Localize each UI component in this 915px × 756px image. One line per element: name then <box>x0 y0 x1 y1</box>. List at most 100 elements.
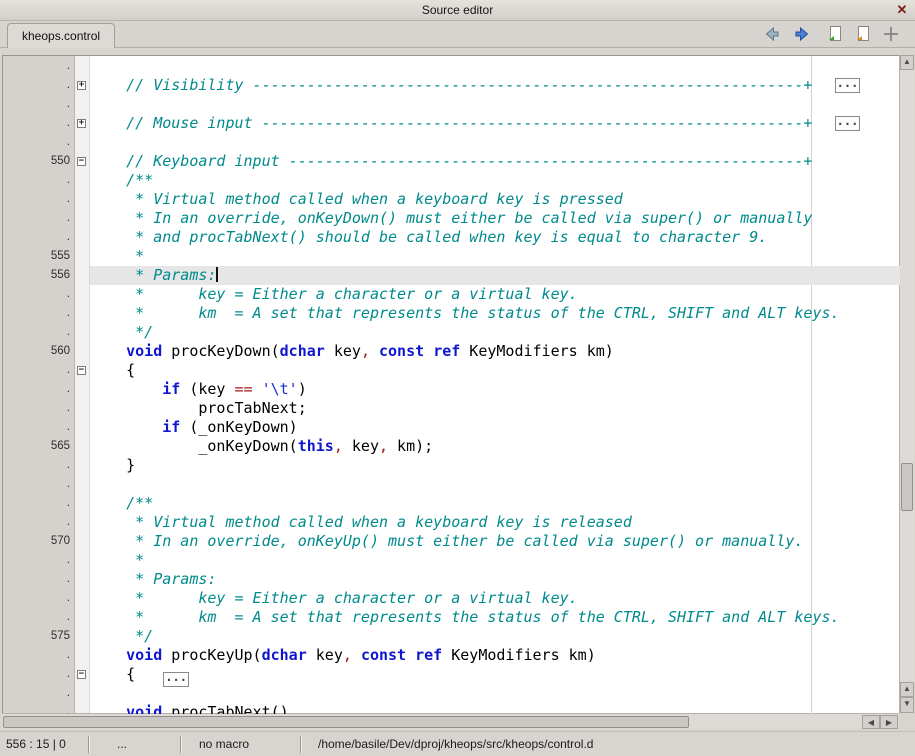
code-row[interactable]: . /** <box>3 171 900 190</box>
code-row[interactable]: 556 * Params: <box>3 266 900 285</box>
code-row[interactable]: . * key = Either a character or a virtua… <box>3 589 900 608</box>
fold-expand-icon[interactable]: + <box>77 119 86 128</box>
line-number[interactable]: . <box>3 285 75 304</box>
fold-collapse-icon[interactable]: − <box>77 366 86 375</box>
line-number[interactable]: . <box>3 665 75 684</box>
code-row[interactable]: . * km = A set that represents the statu… <box>3 304 900 323</box>
code-row[interactable]: . <box>3 684 900 703</box>
fold-gutter[interactable]: − <box>75 361 90 380</box>
code-row[interactable]: 570 * In an override, onKeyUp() must eit… <box>3 532 900 551</box>
line-number[interactable]: . <box>3 551 75 570</box>
line-number[interactable]: . <box>3 570 75 589</box>
line-number[interactable]: 565 <box>3 437 75 456</box>
code-row[interactable]: 555 * <box>3 247 900 266</box>
code-row[interactable]: . } <box>3 456 900 475</box>
code-row[interactable]: .+ // Mouse input ----------------------… <box>3 114 900 133</box>
folded-code-hint[interactable]: ... <box>835 116 860 131</box>
fold-collapse-icon[interactable]: − <box>77 157 86 166</box>
scroll-up-icon[interactable]: ▲ <box>900 55 914 70</box>
titlebar[interactable]: Source editor ✕ <box>0 0 915 21</box>
page-green-marker-icon[interactable] <box>826 25 844 43</box>
code-row[interactable]: . * In an override, onKeyDown() must eit… <box>3 209 900 228</box>
line-number[interactable]: . <box>3 703 75 714</box>
code-row[interactable]: . if (_onKeyDown) <box>3 418 900 437</box>
tab-kheops-control[interactable]: kheops.control <box>7 23 115 48</box>
code-row[interactable]: . <box>3 133 900 152</box>
scroll-right-icon[interactable]: ▶ <box>880 715 898 729</box>
line-number[interactable]: . <box>3 684 75 703</box>
line-number[interactable]: 560 <box>3 342 75 361</box>
horizontal-scrollbar-thumb[interactable] <box>3 716 689 728</box>
scroll-left-icon[interactable]: ◀ <box>862 715 880 729</box>
line-number[interactable]: . <box>3 494 75 513</box>
close-icon[interactable]: ✕ <box>895 0 909 20</box>
line-number[interactable]: . <box>3 95 75 114</box>
line-number[interactable]: . <box>3 228 75 247</box>
line-number[interactable]: . <box>3 608 75 627</box>
code-row[interactable]: .− {... <box>3 665 900 684</box>
code-row[interactable]: . * and procTabNext() should be called w… <box>3 228 900 247</box>
code-row[interactable]: . <box>3 57 900 76</box>
vertical-scrollbar-thumb[interactable] <box>901 463 913 511</box>
code-row[interactable]: 565 _onKeyDown(this, key, km); <box>3 437 900 456</box>
line-number[interactable]: . <box>3 418 75 437</box>
fold-gutter[interactable]: + <box>75 114 90 133</box>
line-number[interactable]: . <box>3 114 75 133</box>
line-number[interactable]: . <box>3 304 75 323</box>
code-row[interactable]: . * key = Either a character or a virtua… <box>3 285 900 304</box>
line-number[interactable]: . <box>3 380 75 399</box>
line-number[interactable]: . <box>3 475 75 494</box>
code-row[interactable]: . * Params: <box>3 570 900 589</box>
horizontal-scrollbar[interactable]: ◀ ▶ <box>2 713 899 729</box>
line-number[interactable]: 555 <box>3 247 75 266</box>
code-row[interactable]: . * km = A set that represents the statu… <box>3 608 900 627</box>
code-row[interactable]: 550− // Keyboard input -----------------… <box>3 152 900 171</box>
line-number[interactable]: . <box>3 513 75 532</box>
code-row[interactable]: . * Virtual method called when a keyboar… <box>3 513 900 532</box>
line-number[interactable]: . <box>3 57 75 76</box>
detach-editor-icon[interactable] <box>882 25 900 43</box>
code-row[interactable]: . procTabNext; <box>3 399 900 418</box>
fold-collapse-icon[interactable]: − <box>77 670 86 679</box>
fold-gutter[interactable]: − <box>75 665 90 684</box>
code-row[interactable]: 575 */ <box>3 627 900 646</box>
code-row[interactable]: . */ <box>3 323 900 342</box>
line-number[interactable]: . <box>3 456 75 475</box>
line-number[interactable]: . <box>3 171 75 190</box>
line-number[interactable]: 550 <box>3 152 75 171</box>
line-number[interactable]: . <box>3 133 75 152</box>
fold-gutter[interactable]: − <box>75 152 90 171</box>
code-row[interactable]: .− { <box>3 361 900 380</box>
line-number[interactable]: . <box>3 361 75 380</box>
code-row[interactable]: . * Virtual method called when a keyboar… <box>3 190 900 209</box>
vertical-scrollbar[interactable]: ▲ ▲ ▼ <box>899 55 914 713</box>
code-row[interactable]: . /** <box>3 494 900 513</box>
line-number[interactable]: . <box>3 76 75 95</box>
line-number[interactable]: . <box>3 646 75 665</box>
code-row[interactable]: . void procTabNext() <box>3 703 900 714</box>
code-row[interactable]: . if (key == '\t') <box>3 380 900 399</box>
page-orange-marker-icon[interactable] <box>854 25 872 43</box>
fold-gutter[interactable]: + <box>75 76 90 95</box>
line-number[interactable]: . <box>3 190 75 209</box>
folded-code-hint[interactable]: ... <box>835 78 860 93</box>
code-row[interactable]: . * <box>3 551 900 570</box>
nav-forward-icon[interactable] <box>793 25 811 43</box>
nav-back-icon[interactable] <box>763 25 781 43</box>
code-row[interactable]: . void procKeyUp(dchar key, const ref Ke… <box>3 646 900 665</box>
scroll-up-icon[interactable]: ▲ <box>900 682 914 697</box>
line-number[interactable]: 570 <box>3 532 75 551</box>
line-number[interactable]: . <box>3 323 75 342</box>
line-number[interactable]: . <box>3 589 75 608</box>
line-number[interactable]: 556 <box>3 266 75 285</box>
code-editor[interactable]: ..+ // Visibility ----------------------… <box>2 55 900 714</box>
fold-expand-icon[interactable]: + <box>77 81 86 90</box>
code-row[interactable]: .+ // Visibility -----------------------… <box>3 76 900 95</box>
line-number[interactable]: 575 <box>3 627 75 646</box>
code-row[interactable]: . <box>3 95 900 114</box>
scroll-down-icon[interactable]: ▼ <box>900 697 914 713</box>
line-number[interactable]: . <box>3 209 75 228</box>
code-row[interactable]: . <box>3 475 900 494</box>
line-number[interactable]: . <box>3 399 75 418</box>
code-row[interactable]: 560 void procKeyDown(dchar key, const re… <box>3 342 900 361</box>
